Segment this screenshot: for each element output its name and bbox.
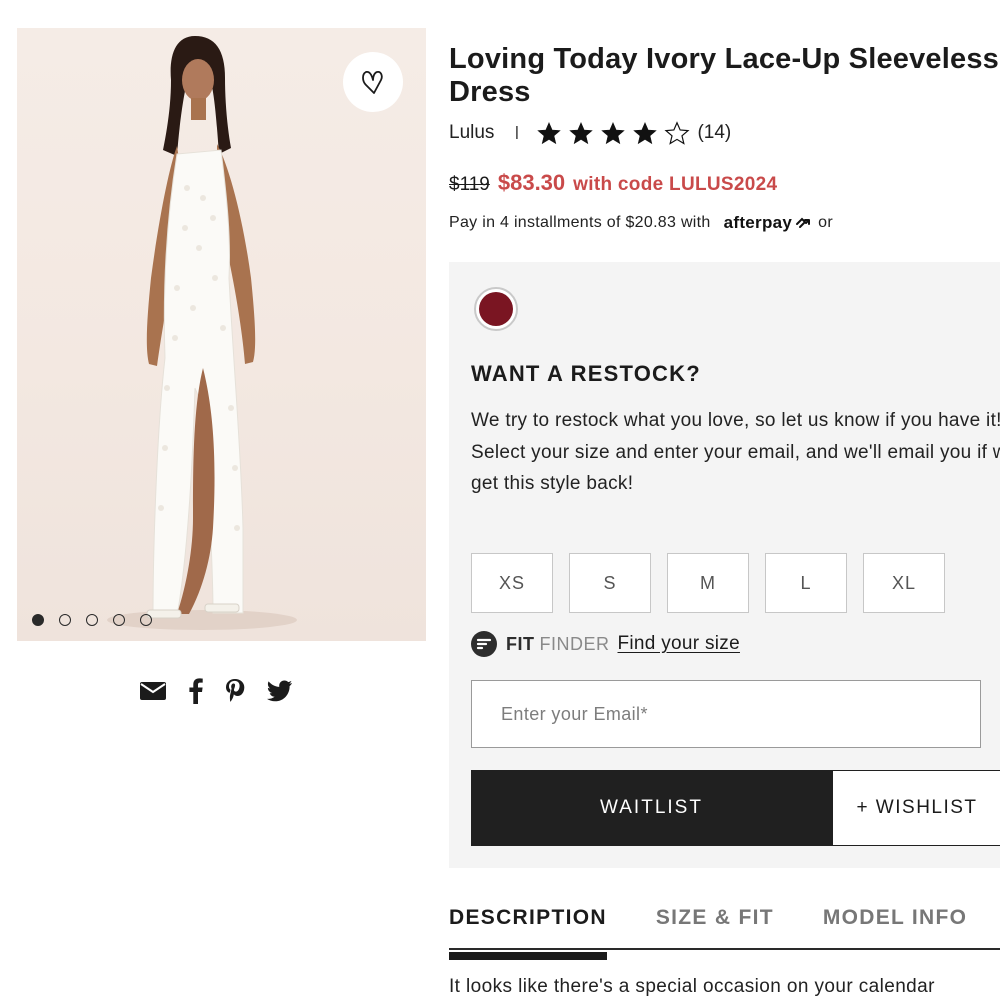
description-text: It looks like there's a special occasion… — [449, 976, 935, 997]
installments-text: Pay in 4 installments of $20.83 with — [449, 214, 711, 231]
twitter-icon[interactable] — [267, 680, 293, 702]
favorite-button[interactable] — [343, 52, 403, 112]
product-title: Loving Today Ivory Lace-Up Sleeveless Dr… — [449, 43, 1000, 108]
brand-link[interactable]: Lulus — [449, 122, 494, 144]
heart-icon — [360, 68, 386, 96]
restock-description: We try to restock what you love, so let … — [471, 405, 1000, 500]
carousel-dot-2[interactable] — [59, 614, 71, 626]
product-tabs: DESCRIPTION SIZE & FIT MODEL INFO — [449, 906, 1000, 960]
star-empty-icon — [664, 121, 690, 145]
waitlist-button[interactable]: WAITLIST — [471, 770, 832, 846]
installments-row: Pay in 4 installments of $20.83 with aft… — [449, 213, 833, 233]
find-your-size-link[interactable]: Find your size — [618, 633, 740, 655]
brand-rating-row: Lulus I (14) — [449, 121, 731, 145]
star-filled-icon — [568, 121, 594, 145]
restock-line-1: We try to restock what you love, so let … — [471, 410, 1000, 431]
star-filled-icon — [632, 121, 658, 145]
fit-finder-row: FIT FINDER Find your size — [471, 631, 740, 657]
size-xl-button[interactable]: XL — [863, 553, 945, 613]
facebook-icon[interactable] — [189, 678, 203, 704]
product-image-gallery[interactable] — [17, 28, 426, 641]
sale-price: $83.30 — [497, 170, 566, 195]
restock-panel: WANT A RESTOCK? We try to restock what y… — [449, 262, 1000, 868]
size-s-button[interactable]: S — [569, 553, 651, 613]
star-rating[interactable] — [536, 121, 690, 145]
email-field[interactable] — [471, 680, 981, 748]
carousel-dot-3[interactable] — [86, 614, 98, 626]
restock-line-2: Select your size and enter your email, a… — [471, 441, 1000, 495]
fit-finder-light: FINDER — [539, 633, 610, 654]
divider: I — [514, 122, 520, 143]
star-filled-icon — [600, 121, 626, 145]
size-xs-button[interactable]: XS — [471, 553, 553, 613]
carousel-dot-4[interactable] — [113, 614, 125, 626]
product-photo — [107, 36, 297, 630]
original-price: $119 — [449, 174, 490, 195]
tab-size-fit[interactable]: SIZE & FIT — [656, 906, 774, 948]
or-text: or — [818, 214, 833, 231]
fit-finder-icon — [471, 631, 497, 657]
carousel-dot-5[interactable] — [140, 614, 152, 626]
size-m-button[interactable]: M — [667, 553, 749, 613]
pinterest-icon[interactable] — [225, 678, 245, 704]
email-icon[interactable] — [139, 680, 167, 702]
price-row: $119 $83.30 with code LULUS2024 — [449, 170, 777, 196]
share-bar — [139, 678, 293, 704]
fit-finder-strong: FIT — [506, 633, 535, 654]
tab-description[interactable]: DESCRIPTION — [449, 906, 607, 960]
size-selector: XS S M L XL — [471, 553, 945, 613]
tab-model-info[interactable]: MODEL INFO — [823, 906, 967, 948]
afterpay-icon — [794, 215, 812, 231]
afterpay-logo[interactable]: afterpay — [724, 213, 793, 233]
review-count[interactable]: (14) — [697, 122, 731, 144]
color-swatch[interactable] — [474, 287, 518, 331]
star-filled-icon — [536, 121, 562, 145]
size-l-button[interactable]: L — [765, 553, 847, 613]
restock-heading: WANT A RESTOCK? — [471, 361, 701, 386]
wishlist-button[interactable]: + WISHLIST — [832, 770, 1000, 846]
carousel-dot-1[interactable] — [32, 614, 44, 626]
promo-code: with code LULUS2024 — [573, 174, 778, 195]
carousel-dots — [32, 614, 152, 626]
